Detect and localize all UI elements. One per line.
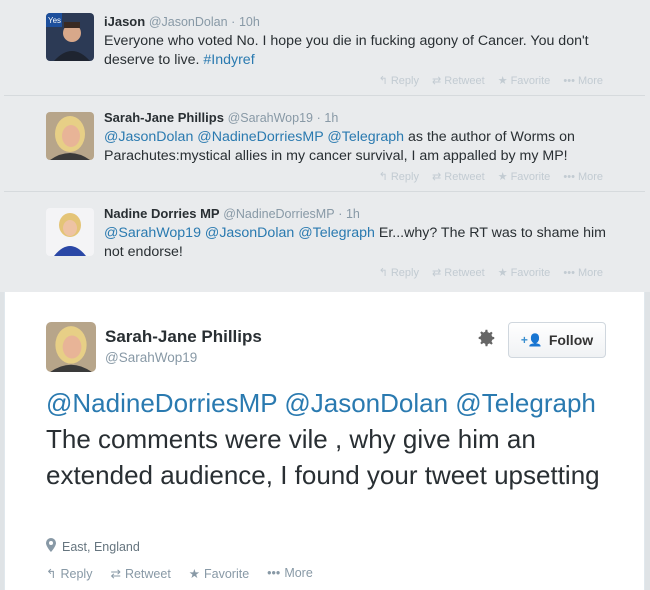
reply-button[interactable]: ↰ Reply	[379, 171, 419, 183]
tweet-text: @SarahWop19 @JasonDolan @Telegraph Er...…	[104, 224, 614, 262]
separator-dot: ·	[316, 111, 321, 125]
retweet-button[interactable]: ⇄ Retweet	[432, 171, 485, 183]
author-name[interactable]: Sarah-Jane Phillips	[104, 110, 224, 125]
author-handle[interactable]: @NadineDorriesMP	[223, 207, 334, 221]
reply-icon: ↰	[378, 267, 388, 279]
reply-button[interactable]: ↰ Reply	[379, 75, 419, 87]
more-button[interactable]: ••• More	[563, 171, 603, 183]
more-button[interactable]: ••• More	[267, 566, 313, 581]
author-name[interactable]: Sarah-Jane Phillips	[105, 327, 262, 347]
author-name[interactable]: iJason	[104, 14, 145, 29]
star-icon: ★	[497, 171, 508, 183]
conversation-thread: Yes iJason @JasonDolan · 10h Everyone wh…	[0, 0, 650, 292]
tweet-actions: ↰ Reply ⇄ Retweet ★ Favorite ••• More	[369, 170, 603, 183]
tweet-text: Everyone who voted No. I hope you die in…	[104, 32, 614, 70]
conversation-tweet[interactable]: Nadine Dorries MP @NadineDorriesMP · 1h …	[4, 192, 645, 292]
avatar[interactable]	[46, 112, 94, 160]
separator-dot: ·	[338, 207, 343, 221]
mention-link[interactable]: @JasonDolan	[284, 388, 448, 418]
reply-button[interactable]: ↰ Reply	[46, 566, 92, 581]
author-handle[interactable]: @SarahWop19	[228, 111, 313, 125]
mention-link[interactable]: @Telegraph	[455, 388, 596, 418]
tweet-text-segment: Everyone who voted No. I hope you die in…	[104, 33, 589, 68]
retweet-button[interactable]: ⇄ Retweet	[432, 75, 485, 87]
reply-icon: ↰	[378, 75, 388, 87]
tweet-header: Sarah-Jane Phillips @SarahWop19 · 1h	[104, 110, 338, 125]
timestamp[interactable]: 1h	[324, 111, 338, 125]
more-dots-icon: •••	[267, 566, 281, 580]
favorite-button[interactable]: ★ Favorite	[498, 267, 551, 279]
timestamp[interactable]: 1h	[346, 207, 360, 221]
retweet-button[interactable]: ⇄ Retweet	[432, 267, 485, 279]
conversation-tweet[interactable]: Yes iJason @JasonDolan · 10h Everyone wh…	[4, 0, 645, 96]
location-pin-icon	[46, 538, 56, 555]
retweet-button[interactable]: ⇄ Retweet	[110, 566, 170, 581]
more-dots-icon: •••	[563, 171, 575, 183]
mention-link[interactable]: @JasonDolan	[205, 225, 294, 241]
more-button[interactable]: ••• More	[563, 267, 603, 279]
mention-link[interactable]: @NadineDorriesMP	[46, 388, 277, 418]
mention-link[interactable]: @Telegraph	[327, 129, 404, 145]
mention-link[interactable]: @SarahWop19	[104, 225, 201, 241]
more-dots-icon: •••	[563, 75, 575, 87]
reply-icon: ↰	[46, 567, 57, 581]
tweet-text: @NadineDorriesMP @JasonDolan @Telegraph …	[46, 385, 606, 493]
favorite-button[interactable]: ★ Favorite	[498, 75, 551, 87]
location-label: East, England	[62, 539, 140, 554]
avatar[interactable]	[46, 322, 96, 372]
star-icon: ★	[497, 75, 508, 87]
tweet-actions: ↰ Reply ⇄ Retweet ★ Favorite ••• More	[46, 566, 313, 581]
conversation-tweet[interactable]: Sarah-Jane Phillips @SarahWop19 · 1h @Ja…	[4, 96, 645, 192]
author-name[interactable]: Nadine Dorries MP	[104, 206, 220, 221]
tweet-body: The comments were vile , why give him an…	[46, 424, 600, 490]
retweet-icon: ⇄	[432, 75, 442, 87]
hashtag-link[interactable]: #Indyref	[203, 52, 254, 68]
star-icon: ★	[188, 567, 201, 581]
follow-button[interactable]: +👤 Follow	[508, 322, 606, 358]
avatar[interactable]	[46, 208, 94, 256]
retweet-icon: ⇄	[432, 267, 442, 279]
favorite-button[interactable]: ★ Favorite	[189, 566, 249, 581]
tweet-header: Nadine Dorries MP @NadineDorriesMP · 1h	[104, 206, 360, 221]
mention-link[interactable]: @Telegraph	[298, 225, 375, 241]
svg-text:Yes: Yes	[48, 16, 61, 25]
retweet-icon: ⇄	[432, 171, 442, 183]
avatar[interactable]: Yes	[46, 13, 94, 61]
more-dots-icon: •••	[563, 267, 575, 279]
tweet-actions: ↰ Reply ⇄ Retweet ★ Favorite ••• More	[369, 266, 603, 279]
reply-icon: ↰	[378, 171, 388, 183]
gear-icon[interactable]	[475, 327, 497, 349]
reply-button[interactable]: ↰ Reply	[379, 267, 419, 279]
tweet-header: iJason @JasonDolan · 10h	[104, 14, 260, 29]
mention-link[interactable]: @NadineDorriesMP	[197, 129, 323, 145]
retweet-icon: ⇄	[110, 567, 121, 581]
more-button[interactable]: ••• More	[563, 75, 603, 87]
star-icon: ★	[497, 267, 508, 279]
timestamp[interactable]: 10h	[239, 15, 260, 29]
tweet-text: @JasonDolan @NadineDorriesMP @Telegraph …	[104, 128, 614, 166]
author-handle[interactable]: @SarahWop19	[105, 350, 197, 365]
separator-dot: ·	[231, 15, 236, 29]
tweet-location[interactable]: East, England	[46, 538, 140, 555]
mention-link[interactable]: @JasonDolan	[104, 129, 193, 145]
follow-label: Follow	[548, 332, 594, 348]
expanded-tweet: Sarah-Jane Phillips @SarahWop19 +👤 Follo…	[4, 292, 645, 590]
add-user-icon: +👤	[520, 333, 543, 347]
favorite-button[interactable]: ★ Favorite	[498, 171, 551, 183]
tweet-actions: ↰ Reply ⇄ Retweet ★ Favorite ••• More	[369, 74, 603, 87]
author-handle[interactable]: @JasonDolan	[149, 15, 228, 29]
